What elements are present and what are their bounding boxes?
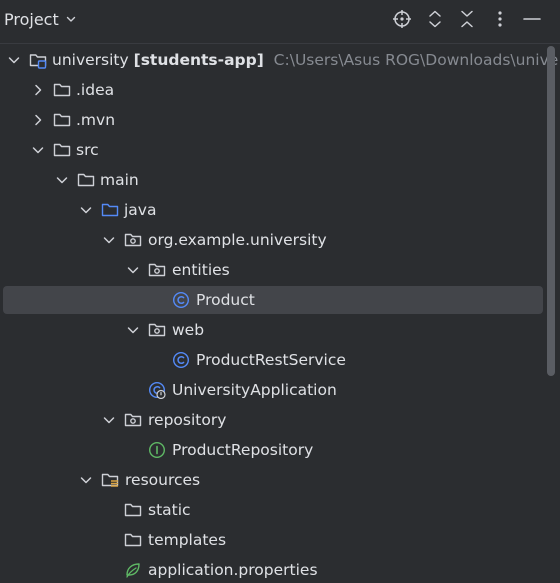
source-folder-icon [101,203,119,217]
chevron-down-icon[interactable] [79,473,93,487]
tree-node-application-properties[interactable]: application.properties [0,555,560,583]
tree-node-java[interactable]: java [0,195,560,225]
more-options-icon[interactable] [488,7,512,31]
chevron-right-icon[interactable] [31,83,45,97]
tree-node-label: ProductRepository [172,441,314,459]
minimize-icon[interactable] [520,7,544,31]
tree-node-label: repository [148,411,227,429]
header-divider [0,43,560,44]
package-icon [148,323,166,337]
tree-node-university-application[interactable]: UniversityApplication [0,375,560,405]
tree-node-main[interactable]: main [0,165,560,195]
module-path: C:\Users\Asus ROG\Downloads\unive [273,51,559,69]
tree-node-label: Product [196,291,255,309]
folder-icon [53,113,71,127]
project-panel-header: Project [0,0,560,38]
tree-node-product[interactable]: Product [0,285,560,315]
tree-node-static[interactable]: static [0,495,560,525]
tree-node-label: static [148,501,191,519]
chevron-down-icon[interactable] [102,233,116,247]
crosshair-icon[interactable] [390,7,414,31]
interface-icon [148,441,166,459]
chevron-down-icon[interactable] [55,173,69,187]
tree-node-mvn[interactable]: .mvn [0,105,560,135]
tree-node-label: application.properties [148,561,318,579]
class-icon [172,351,190,369]
tree-node-repository[interactable]: repository [0,405,560,435]
project-view-selector[interactable]: Project [4,8,77,30]
chevron-down-icon[interactable] [7,53,21,67]
tree-node-entities[interactable]: entities [0,255,560,285]
chevron-down-icon[interactable] [79,203,93,217]
chevron-down-icon [66,16,75,22]
chevron-down-icon[interactable] [126,263,140,277]
tree-node-label: .idea [76,81,115,99]
folder-icon [53,83,71,97]
spring-boot-application-icon [148,381,166,399]
folder-icon [77,173,95,187]
tree-node-university[interactable]: university [students-app] C:\Users\Asus … [0,45,560,75]
tree-node-label: web [172,321,205,339]
tree-node-label: university [students-app] C:\Users\Asus … [52,50,558,70]
tree-node-src[interactable]: src [0,135,560,165]
tree-node-label: org.example.university [148,231,327,249]
class-icon [172,291,190,309]
tree-node-label: ProductRestService [196,351,346,369]
tree-node-package-root[interactable]: org.example.university [0,225,560,255]
folder-icon [124,533,142,547]
resources-folder-icon [101,473,119,487]
tree-node-label: src [76,141,99,159]
package-icon [124,233,142,247]
tree-node-label: .mvn [76,111,116,129]
chevron-down-icon[interactable] [31,143,45,157]
tree-node-product-rest-service[interactable]: ProductRestService [0,345,560,375]
tree-node-label: main [100,171,139,189]
selection-highlight [3,286,543,314]
tree-node-label: UniversityApplication [172,381,337,399]
package-icon [124,413,142,427]
chevron-right-icon[interactable] [31,113,45,127]
tree-node-templates[interactable]: templates [0,525,560,555]
module-name: university [52,51,129,69]
expand-all-icon[interactable] [423,7,447,31]
tree-node-web[interactable]: web [0,315,560,345]
folder-icon [53,143,71,157]
tree-node-idea[interactable]: .idea [0,75,560,105]
project-tree[interactable]: university [students-app] C:\Users\Asus … [0,45,560,583]
spring-properties-icon [126,563,140,578]
tree-node-product-repository[interactable]: ProductRepository [0,435,560,465]
panel-title: Project [4,9,59,29]
tree-node-label: java [124,201,157,219]
tree-node-label: resources [125,471,201,489]
module-tag: [students-app] [133,51,264,69]
chevron-down-icon[interactable] [102,413,116,427]
tree-node-resources[interactable]: resources [0,465,560,495]
folder-icon [124,503,142,517]
module-folder-icon [29,54,47,69]
tree-node-label: entities [172,261,230,279]
package-icon [148,263,166,277]
chevron-down-icon[interactable] [126,323,140,337]
tree-node-label: templates [148,531,227,549]
vertical-scrollbar[interactable] [547,46,555,376]
collapse-all-icon[interactable] [455,7,479,31]
